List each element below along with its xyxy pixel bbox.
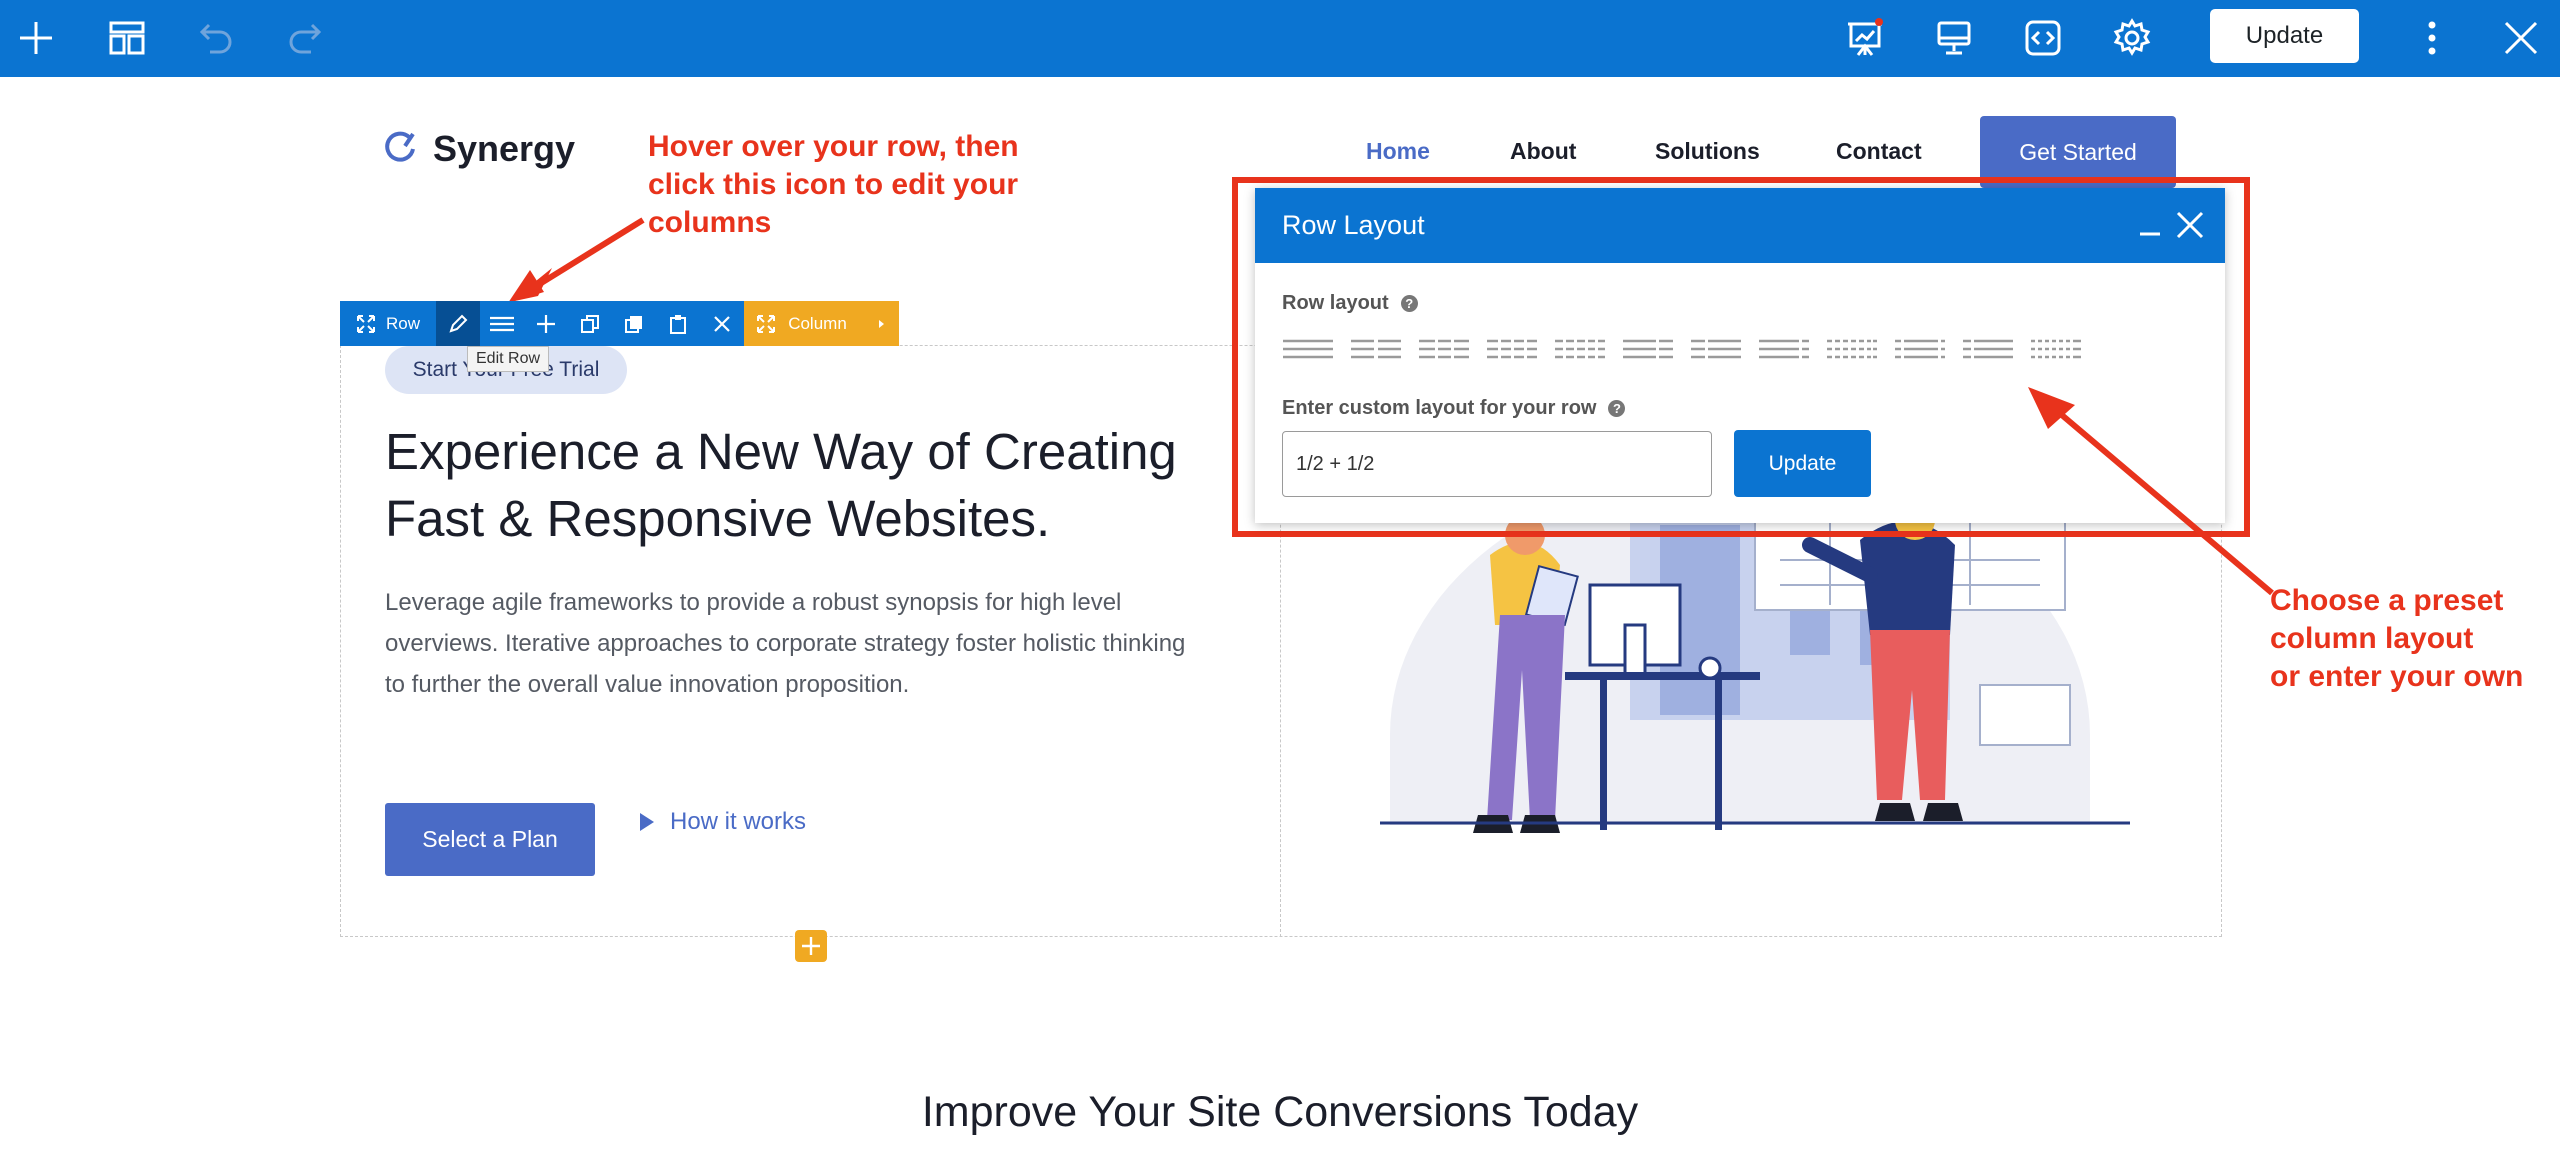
row-layout-label-text: Row layout xyxy=(1282,292,1389,314)
more-icon[interactable] xyxy=(2408,14,2456,62)
select-plan-button[interactable]: Select a Plan xyxy=(385,803,595,876)
preset-layouts xyxy=(1282,338,2082,360)
site-logo[interactable]: Synergy xyxy=(383,128,575,170)
how-it-works-label: How it works xyxy=(670,808,807,835)
delete-row-button[interactable] xyxy=(700,301,744,346)
dialog-update-button[interactable]: Update xyxy=(1734,430,1871,497)
move-icon xyxy=(356,314,375,333)
annotation-arrow xyxy=(508,217,645,303)
layout-preset-9[interactable] xyxy=(1826,338,1878,360)
presentation-icon[interactable] xyxy=(1841,14,1889,62)
pencil-icon xyxy=(449,314,468,333)
edit-row-tooltip: Edit Row xyxy=(467,346,550,372)
desktop-icon[interactable] xyxy=(1930,14,1978,62)
code-icon[interactable] xyxy=(2019,14,2067,62)
chevron-right-icon xyxy=(878,319,884,328)
layout-preset-12[interactable] xyxy=(2030,338,2082,360)
row-toolbar: Row Column xyxy=(340,301,899,346)
layout-preset-8[interactable] xyxy=(1758,338,1810,360)
close-icon xyxy=(714,315,730,332)
layout-preset-10[interactable] xyxy=(1894,338,1946,360)
layout-preset-1[interactable] xyxy=(1282,338,1334,360)
custom-layout-label-text: Enter custom layout for your row xyxy=(1282,397,1597,419)
undo-icon[interactable] xyxy=(192,14,240,62)
column-handle[interactable]: Column xyxy=(744,301,899,346)
logo-text: Synergy xyxy=(433,128,576,169)
duplicate-row-button[interactable] xyxy=(568,301,612,346)
annotation-line: columns xyxy=(648,206,772,239)
layout-preset-11[interactable] xyxy=(1962,338,2014,360)
section-title: Improve Your Site Conversions Today xyxy=(921,1088,1639,1136)
headline-line: Fast & Responsive Websites. xyxy=(385,490,1051,547)
layout-icon[interactable] xyxy=(103,14,151,62)
layout-preset-5[interactable] xyxy=(1554,338,1606,360)
row-layout-label: Row layout ? xyxy=(1282,292,1418,315)
gear-icon[interactable] xyxy=(2108,14,2156,62)
menu-icon xyxy=(490,316,514,331)
logo-icon xyxy=(385,131,415,162)
custom-layout-label: Enter custom layout for your row ? xyxy=(1282,397,1626,420)
dialog-header[interactable]: Row Layout xyxy=(1255,188,2225,263)
dialog-controls xyxy=(2137,210,2205,240)
layout-preset-3[interactable] xyxy=(1418,338,1470,360)
play-icon xyxy=(640,813,654,831)
dialog-title: Row Layout xyxy=(1282,210,1425,240)
paragraph-line: to further the overall value innovation … xyxy=(385,671,910,698)
help-icon[interactable]: ? xyxy=(1400,295,1418,312)
layout-preset-6[interactable] xyxy=(1622,338,1674,360)
column-label: Column xyxy=(788,313,847,333)
annotation-preset-layout: Choose a preset column layout or enter y… xyxy=(2270,582,2523,696)
layout-preset-4[interactable] xyxy=(1486,338,1538,360)
how-it-works-link[interactable]: How it works xyxy=(638,808,806,836)
builder-toolbar: Update xyxy=(0,0,2560,77)
redo-icon[interactable] xyxy=(281,14,329,62)
layout-preset-2[interactable] xyxy=(1350,338,1402,360)
duplicate-icon xyxy=(581,314,599,333)
paragraph-line: Leverage agile frameworks to provide a r… xyxy=(385,589,1122,616)
nav-about[interactable]: About xyxy=(1510,138,1576,165)
nav-home[interactable]: Home xyxy=(1366,138,1430,165)
move-icon xyxy=(757,314,776,333)
row-label: Row xyxy=(385,313,420,333)
hero-headline: Experience a New Way of Creating Fast & … xyxy=(385,418,1265,552)
paste-row-button[interactable] xyxy=(656,301,700,346)
add-column-button[interactable] xyxy=(524,301,568,346)
row-handle[interactable]: Row xyxy=(340,301,436,346)
nav-contact[interactable]: Contact xyxy=(1836,138,1922,165)
annotation-line: Hover over your row, then xyxy=(648,130,1019,163)
annotation-edit-row: Hover over your row, then click this ico… xyxy=(648,128,1019,242)
headline-line: Experience a New Way of Creating xyxy=(385,423,1177,480)
annotation-line: column layout xyxy=(2270,622,2474,655)
paragraph-line: overviews. Iterative approaches to corpo… xyxy=(385,630,1186,657)
annotation-arrow xyxy=(2028,387,2274,596)
plus-icon xyxy=(537,314,555,333)
copy-icon xyxy=(625,315,642,333)
help-icon[interactable]: ? xyxy=(1608,400,1626,417)
update-button[interactable]: Update xyxy=(2210,9,2359,63)
close-icon[interactable] xyxy=(2175,210,2205,240)
minimize-icon[interactable] xyxy=(2137,210,2163,240)
plus-icon[interactable] xyxy=(12,14,60,62)
edit-row-button[interactable] xyxy=(436,301,480,346)
layout-preset-7[interactable] xyxy=(1690,338,1742,360)
plus-icon xyxy=(802,937,820,955)
add-row-button[interactable] xyxy=(795,930,827,962)
custom-layout-input[interactable]: 1/2 + 1/2 xyxy=(1282,431,1712,497)
nav-solutions[interactable]: Solutions xyxy=(1655,138,1760,165)
annotation-line: Choose a preset xyxy=(2270,584,2504,617)
copy-row-button[interactable] xyxy=(612,301,656,346)
close-icon[interactable] xyxy=(2497,14,2545,62)
annotation-line: or enter your own xyxy=(2270,660,2524,693)
hero-paragraph: Leverage agile frameworks to provide a r… xyxy=(385,582,1255,705)
annotation-line: click this icon to edit your xyxy=(648,168,1019,201)
row-layout-button[interactable] xyxy=(480,301,524,346)
clipboard-icon xyxy=(670,314,686,334)
